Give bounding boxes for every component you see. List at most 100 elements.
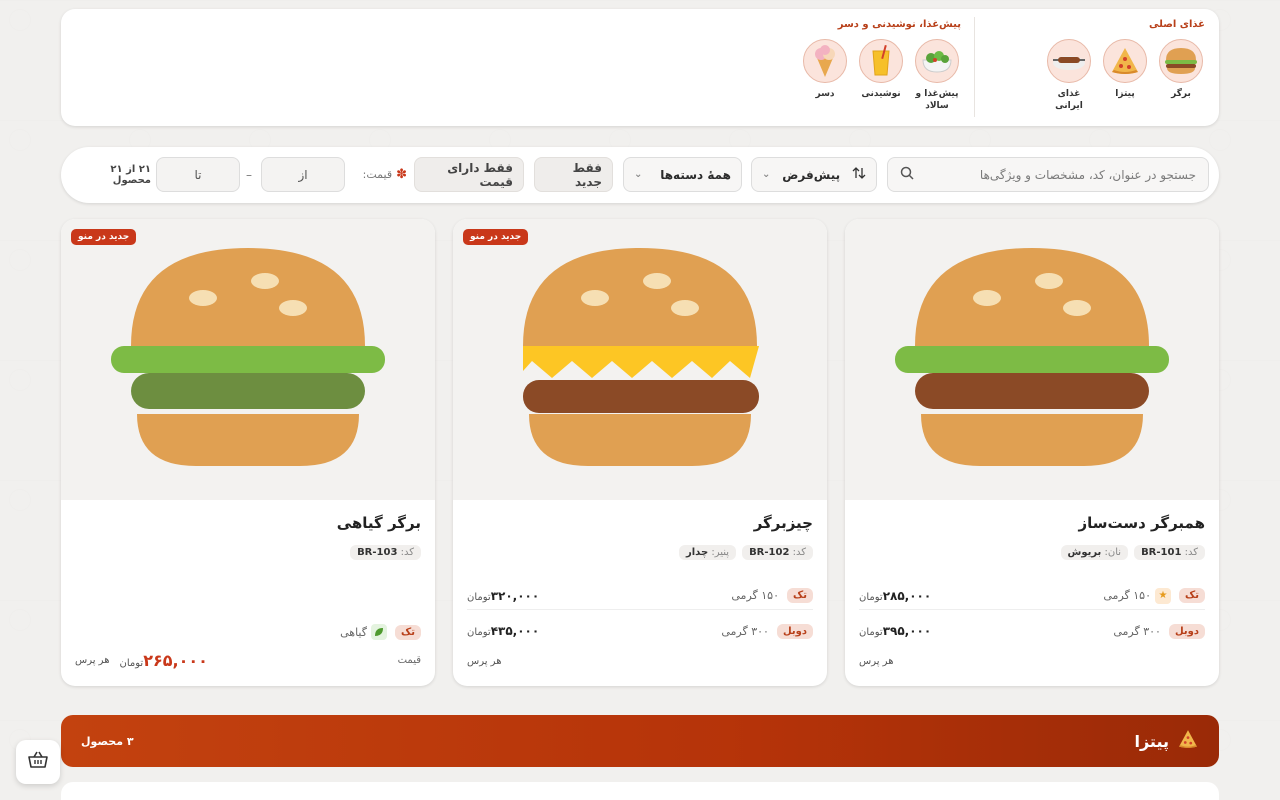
leaf-icon [371,624,387,640]
price-label-text: قیمت: [362,168,393,181]
variant-row: تک ★ ۱۵۰ گرمی ۲۸۵,۰۰۰تومان [859,582,1205,610]
variant-tag: گیاهی [340,625,367,639]
price-row: قیمت ۲۶۵,۰۰۰تومان هر پرس [75,651,421,670]
kebab-icon [1047,39,1091,83]
burger-icon [1159,39,1203,83]
price-to-input[interactable]: تا [156,157,240,192]
product-price: ۲۶۵,۰۰۰تومان [119,651,207,670]
category-iranian[interactable]: غذای ایرانی [1045,39,1093,112]
side-dishes-group: پیش‌غذا، نوشیدنی و دسر پیش‌غذا و سالاد ن… [751,19,961,119]
variant-price: ۲۸۵,۰۰۰تومان [859,589,931,603]
category-label: نوشیدنی [861,89,901,99]
category-drink[interactable]: نوشیدنی [857,39,905,112]
currency: تومان [859,591,883,603]
category-label: برگر [1171,89,1191,99]
chevron-down-icon: ⌄ [634,169,643,180]
attr-value: بریوش [1067,547,1102,558]
per-serving: هر پرس [467,656,502,667]
product-title: برگر گیاهی [336,514,421,532]
code-label: کد: [1184,547,1198,558]
variant-badge: تک [1179,588,1205,603]
variant-badge: دوبل [776,623,813,639]
product-card[interactable]: جدید در منو برگر گیاهی کد: BR-103 تک گیا… [61,219,435,686]
price-value: ۴۳۵,۰۰۰ [490,624,540,638]
category-panel: غذای اصلی برگر پیتزا غذای ایرانی [61,9,1219,126]
variant-price: ۴۳۵,۰۰۰تومان [467,624,539,638]
result-count: ۲۱ از ۲۱ محصول [110,163,151,186]
price-value: ۳۹۵,۰۰۰ [882,624,932,638]
product-code-chip: کد: BR-101 [1134,545,1205,560]
category-pizza[interactable]: پیتزا [1101,39,1149,112]
variant-row: دوبل ۳۰۰ گرمی ۳۹۵,۰۰۰تومان [859,617,1205,645]
attr-value: چدار [685,547,709,558]
per-serving: هر پرس [859,656,894,667]
search-input[interactable]: جستجو در عنوان، کد، مشخصات و ویژگی‌ها [887,157,1209,192]
category-label: غذای ایرانی [1055,89,1083,112]
main-group-title: غذای اصلی [1149,19,1205,30]
variant-row: دوبل ۳۰۰ گرمی ۴۳۵,۰۰۰تومان [467,617,813,645]
category-burger[interactable]: برگر [1157,39,1205,112]
per-serving: هر پرس [75,655,110,666]
variant-badge: تک [395,624,421,640]
pizza-icon [1103,39,1147,83]
side-group-title: پیش‌غذا، نوشیدنی و دسر [837,19,961,30]
price-tag-icon: ✽ [396,167,407,182]
product-card[interactable]: همبرگر دست‌ساز کد: BR-101 نان: بریوش تک … [845,219,1219,686]
variant-badge: دوبل [1168,623,1205,639]
search-icon [900,166,914,183]
product-code: BR-103 [357,547,398,558]
product-card[interactable]: جدید در منو چیزبرگر کد: BR-102 پنیر: چدا… [453,219,827,686]
category-select[interactable]: همهٔ دسته‌ها ⌄ [623,157,742,192]
category-label: پیش‌غذا و سالاد [915,89,959,112]
category-label: دسر [815,89,835,99]
salad-icon [915,39,959,83]
section-title: پیتزا [1134,731,1169,751]
price-value: ۲۶۵,۰۰۰ [143,651,208,670]
cart-button[interactable] [16,740,60,784]
sort-select[interactable]: پیش‌فرض ⌄ [751,157,877,192]
currency: تومان [467,627,491,638]
chevron-down-icon: ⌄ [762,169,771,180]
attr-label: نان: [1104,547,1122,558]
price-label: قیمت [397,655,421,666]
currency: تومان [119,658,144,669]
category-dessert[interactable]: دسر [801,39,849,112]
price-filter-label: ✽ قیمت: [349,157,407,192]
product-code: BR-102 [749,547,790,558]
new-badge: جدید در منو [463,229,529,245]
only-priced-toggle[interactable]: فقط دارای قیمت [414,157,524,192]
attr-label: پنیر: [711,547,730,558]
variant-badge: تک [787,588,813,603]
drink-icon [859,39,903,83]
price-value: ۳۲۰,۰۰۰ [490,588,540,603]
product-image [845,219,1219,500]
next-section-card [61,782,1219,800]
variant-weight: ۱۵۰ گرمی [731,589,779,602]
filter-bar: جستجو در عنوان، کد، مشخصات و ویژگی‌ها پی… [61,147,1219,203]
price-range-dash: – [246,167,252,182]
variant-price: ۳۲۰,۰۰۰تومان [467,589,539,603]
product-title: همبرگر دست‌ساز [1078,514,1205,532]
group-divider [974,17,975,117]
variant-weight: ۳۰۰ گرمی [1113,624,1161,638]
sort-label: پیش‌فرض [782,167,841,182]
code-label: کد: [792,547,806,558]
main-dishes-group: غذای اصلی برگر پیتزا غذای ایرانی [977,19,1205,119]
only-new-toggle[interactable]: فقط جدید [534,157,613,192]
category-salad[interactable]: پیش‌غذا و سالاد [913,39,961,112]
section-header-pizza[interactable]: پیتزا ۳ محصول [61,715,1219,767]
price-value: ۲۸۵,۰۰۰ [882,588,932,603]
product-code-chip: کد: BR-103 [350,545,421,560]
product-title: چیزبرگر [753,514,813,532]
code-label: کد: [400,547,414,558]
search-placeholder: جستجو در عنوان، کد، مشخصات و ویژگی‌ها [979,167,1196,182]
product-code: BR-101 [1141,547,1182,558]
price-from-input[interactable]: از [261,157,345,192]
product-attr-chip: نان: بریوش [1060,545,1129,560]
variant-weight: ۱۵۰ گرمی [1103,589,1151,602]
variant-weight: ۳۰۰ گرمی [721,624,769,638]
currency: تومان [467,591,491,603]
product-image: جدید در منو [61,219,435,500]
sort-arrows-icon [852,166,866,183]
product-code-chip: کد: BR-102 [742,545,813,560]
